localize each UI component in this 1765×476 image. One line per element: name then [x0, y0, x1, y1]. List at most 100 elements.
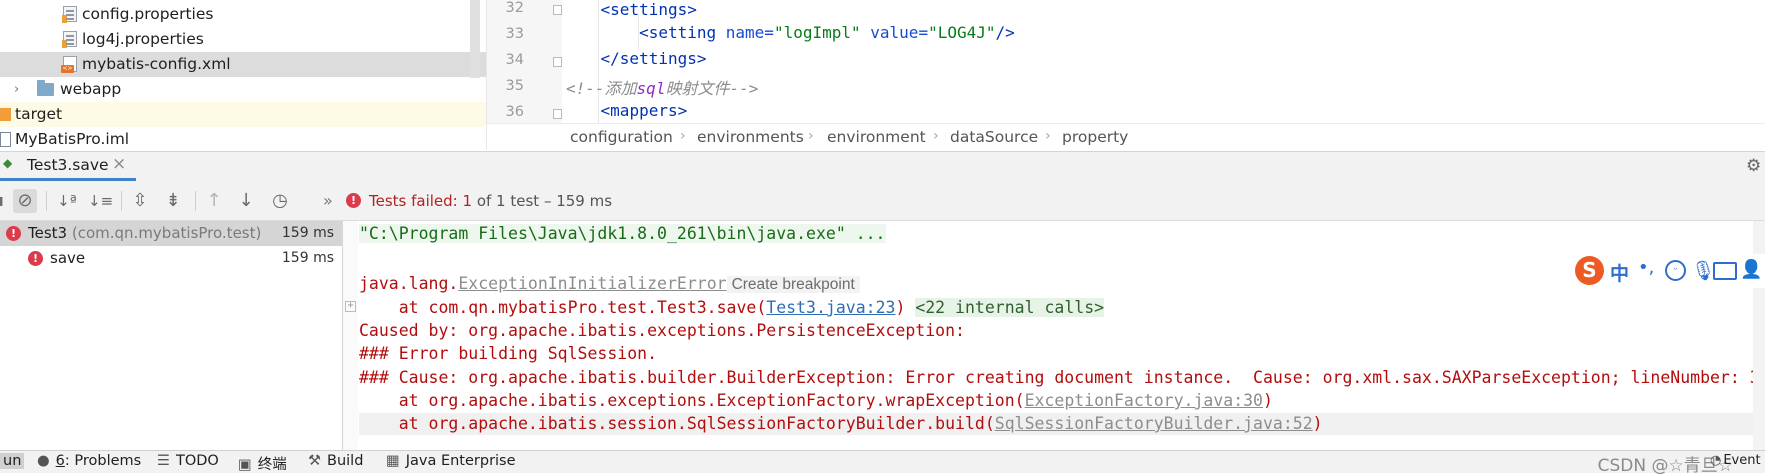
- code-line: <settings>: [600, 0, 697, 19]
- close-icon[interactable]: ×: [112, 154, 126, 174]
- rerun-icon[interactable]: ▪: [0, 189, 10, 213]
- code-line: <mappers>: [600, 101, 688, 120]
- breadcrumb-item-environments[interactable]: environments: [697, 128, 804, 146]
- breadcrumb-item-environment[interactable]: environment: [827, 128, 926, 146]
- test-results-tree: ! Test3 (com.qn.mybatisPro.test) 159 ms …: [0, 221, 343, 450]
- tree-item-label: target: [15, 105, 63, 123]
- line-number: 35: [505, 78, 524, 94]
- console-line: "C:\Program Files\Java\jdk1.8.0_261\bin\…: [359, 224, 886, 243]
- test-duration: 159 ms: [281, 250, 334, 266]
- terminal-tool-button[interactable]: ▣ 终端: [238, 453, 287, 474]
- breadcrumb-item-configuration[interactable]: configuration: [570, 128, 673, 146]
- tab-test3-save[interactable]: ◆ Test3.save ×: [0, 151, 136, 181]
- tree-item-label: config.properties: [82, 5, 214, 23]
- next-failed-icon[interactable]: ↓: [234, 189, 258, 213]
- line-number: 33: [505, 26, 524, 42]
- collapse-all-icon[interactable]: ⇟: [161, 189, 185, 213]
- create-breakpoint-link[interactable]: Create breakpoint: [726, 276, 860, 293]
- sogou-logo-icon[interactable]: S: [1575, 256, 1604, 285]
- test-name: save: [50, 249, 86, 267]
- chevron-right-icon[interactable]: ›: [14, 77, 19, 102]
- test-name: Test3 (com.qn.mybatisPro.test): [28, 224, 262, 242]
- punctuation-icon[interactable]: •,: [1638, 257, 1654, 278]
- toolbar-overflow-icon[interactable]: »: [323, 191, 333, 210]
- breadcrumb-separator-icon: ›: [680, 128, 686, 144]
- gear-icon[interactable]: ⚙: [1746, 156, 1761, 176]
- line-number: 34: [505, 52, 524, 68]
- tree-item-mybatis-config-xml[interactable]: <> mybatis-config.xml: [0, 52, 486, 77]
- tree-item-mybatispro-iml[interactable]: MyBatisPro.iml: [0, 127, 486, 150]
- code-line: <setting name="logImpl" value="LOG4J"/>: [639, 23, 1015, 42]
- test-failed-icon: !: [6, 226, 21, 241]
- show-ignored-icon[interactable]: ⊘: [13, 189, 37, 213]
- fold-marker-icon[interactable]: [553, 57, 562, 67]
- tree-item-label: log4j.properties: [82, 30, 204, 48]
- java-enterprise-tool-button[interactable]: ▦ Java Enterprise: [386, 453, 516, 469]
- problems-tool-button[interactable]: ● 6: Problems: [37, 453, 141, 469]
- line-number: 36: [505, 104, 524, 120]
- sort-alphabetically-icon[interactable]: ↓ª: [55, 189, 79, 213]
- build-tool-button[interactable]: ⚒ Build: [308, 453, 363, 469]
- console-line: ### Cause: org.apache.ibatis.builder.Bui…: [359, 368, 1760, 387]
- tree-scrollbar[interactable]: [470, 0, 480, 78]
- test-history-icon[interactable]: ◷: [268, 189, 292, 213]
- microphone-icon[interactable]: 🎙: [1691, 259, 1715, 282]
- tree-item-label: MyBatisPro.iml: [15, 130, 130, 148]
- todo-tool-button[interactable]: ☰ TODO: [157, 453, 219, 469]
- java-enterprise-icon: ▦: [386, 453, 400, 469]
- failed-status-icon: !: [346, 193, 361, 208]
- tree-item-label: webapp: [60, 80, 122, 98]
- console-line: at org.apache.ibatis.exceptions.Exceptio…: [359, 391, 1273, 410]
- run-config-icon: ◆: [3, 156, 13, 170]
- terminal-icon: ▣: [238, 457, 252, 473]
- tab-active-indicator: [0, 178, 136, 181]
- previous-failed-icon[interactable]: ↑: [202, 189, 226, 213]
- tree-item-config-properties[interactable]: config.properties: [0, 2, 486, 27]
- stack-trace-link[interactable]: ExceptionFactory.java:30: [1025, 391, 1263, 410]
- excluded-folder-icon: [0, 108, 11, 121]
- tree-item-target[interactable]: target: [0, 102, 486, 127]
- breadcrumb-item-datasource[interactable]: dataSource: [950, 128, 1038, 146]
- code-comment: <!--添加sql映射文件-->: [566, 79, 759, 98]
- breadcrumb-item-property[interactable]: property: [1062, 128, 1128, 146]
- module-file-icon: [0, 132, 11, 147]
- code-line: </settings>: [600, 49, 707, 68]
- status-bar: un ● 6: Problems ☰ TODO ▣ 终端 ⚒ Build ▦ Java E…: [0, 450, 1765, 476]
- breadcrumb: configuration › environments › environme…: [487, 123, 1765, 151]
- stack-trace-link[interactable]: Test3.java:23: [766, 298, 895, 317]
- line-number: 32: [505, 0, 524, 16]
- properties-file-icon: [62, 31, 77, 48]
- keyboard-icon[interactable]: [1713, 262, 1737, 280]
- test-duration: 159 ms: [281, 225, 334, 241]
- tree-item-log4j-properties[interactable]: log4j.properties: [0, 27, 486, 52]
- internal-calls-folded[interactable]: <22 internal calls>: [915, 298, 1105, 317]
- project-tree: config.properties log4j.properties <> my…: [0, 0, 487, 150]
- sort-by-duration-icon[interactable]: ↓≡: [88, 189, 113, 213]
- properties-file-icon: [62, 6, 77, 23]
- stack-trace-link[interactable]: SqlSessionFactoryBuilder.java:52: [995, 414, 1313, 433]
- emoji-icon[interactable]: ᵕ: [1665, 260, 1686, 281]
- console-line: at com.qn.mybatisPro.test.Test3.save(Tes…: [359, 298, 1105, 317]
- list-icon: ☰: [157, 453, 170, 469]
- console-output[interactable]: "C:\Program Files\Java\jdk1.8.0_261\bin\…: [343, 221, 1765, 450]
- expand-all-icon[interactable]: ⇳: [128, 189, 152, 213]
- console-line: ### Error building SqlSession.: [359, 344, 658, 363]
- expand-icon[interactable]: +: [345, 301, 356, 312]
- run-tool-button[interactable]: un: [0, 453, 25, 469]
- user-icon[interactable]: 👤: [1740, 259, 1762, 280]
- breadcrumb-separator-icon: ›: [808, 128, 814, 144]
- fold-marker-icon[interactable]: [553, 5, 562, 15]
- fold-marker-icon[interactable]: [553, 109, 562, 119]
- breadcrumb-separator-icon: ›: [933, 128, 939, 144]
- console-line: Caused by: org.apache.ibatis.exceptions.…: [359, 321, 975, 340]
- test-failed-icon: !: [28, 251, 43, 266]
- test-row-save[interactable]: ! save 159 ms: [0, 246, 342, 271]
- exception-class-link[interactable]: ExceptionInInitializerError: [458, 274, 726, 293]
- tree-item-label: mybatis-config.xml: [82, 55, 231, 73]
- console-line: java.lang.ExceptionInInitializerError Cre…: [359, 274, 860, 294]
- code-editor[interactable]: <settings> <setting name="logImpl" value…: [562, 0, 1765, 123]
- event-log-button[interactable]: ◔ Event: [1710, 453, 1761, 468]
- tree-item-webapp[interactable]: › webapp: [0, 77, 486, 102]
- ime-chinese-mode[interactable]: 中: [1610, 259, 1629, 286]
- test-row-test3[interactable]: ! Test3 (com.qn.mybatisPro.test) 159 ms: [0, 221, 342, 246]
